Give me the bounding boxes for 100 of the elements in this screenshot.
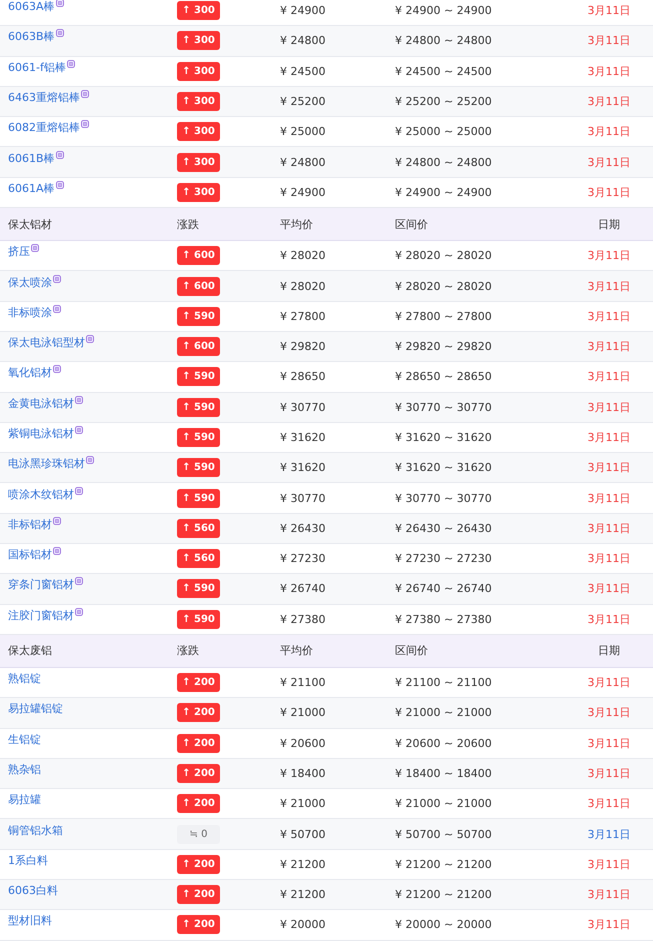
- product-link[interactable]: 6063B棒: [8, 29, 55, 44]
- change-badge: ↑ 590: [177, 428, 220, 447]
- product-link[interactable]: 紫铜电泳铝材: [8, 426, 74, 441]
- product-link[interactable]: 6063白料: [8, 883, 58, 898]
- product-link[interactable]: 熟铝锭: [8, 671, 41, 686]
- product-link[interactable]: 易拉罐铝锭: [8, 701, 63, 716]
- average-price: ¥ 31620: [280, 461, 326, 474]
- product-link[interactable]: 1系白料: [8, 852, 48, 868]
- change-badge: ↑ 200: [177, 854, 220, 874]
- product-link[interactable]: 易拉罐: [8, 792, 41, 808]
- change-badge: ↑ 300: [177, 182, 220, 202]
- average-price: ¥ 20600: [280, 736, 326, 750]
- date-text: 3月11日: [588, 94, 630, 110]
- product-link[interactable]: 6082重熔铝棒: [8, 120, 80, 136]
- product-link[interactable]: 熟杂铝: [8, 762, 41, 777]
- product-link[interactable]: 非标铝材: [8, 516, 52, 532]
- product-link[interactable]: 6463重熔铝棒: [8, 90, 80, 106]
- column-header: 保太废铝: [7, 643, 53, 658]
- price-range: ¥ 25200 ~ 25200: [395, 95, 493, 108]
- product-link[interactable]: 金黄电泳铝材: [8, 396, 74, 411]
- date-text: 3月11日: [588, 3, 630, 18]
- product-link[interactable]: 6061-f铝棒: [8, 60, 66, 75]
- change-badge: ↑ 560: [177, 549, 220, 568]
- average-price: ¥ 24900: [280, 4, 326, 18]
- date-text: 3月11日: [588, 308, 630, 324]
- product-link[interactable]: 挤压: [8, 244, 30, 260]
- column-header: 平均价: [280, 216, 314, 232]
- date-text: 3月11日: [588, 33, 630, 48]
- average-price: ¥ 28650: [280, 370, 326, 384]
- price-range: ¥ 50700 ~ 50700: [395, 828, 493, 841]
- column-header: 日期: [598, 216, 620, 232]
- date-text: 3月11日: [588, 154, 630, 170]
- price-range: ¥ 29820 ~ 29820: [395, 340, 493, 354]
- price-range: ¥ 31620 ~ 31620: [395, 461, 493, 474]
- change-badge: ↑ 300: [177, 1, 220, 20]
- date-text: 3月11日: [588, 766, 630, 781]
- change-badge: ↑ 200: [177, 734, 220, 753]
- column-header: 区间价: [395, 643, 429, 658]
- average-price: ¥ 29820: [280, 340, 326, 354]
- price-range: ¥ 28020 ~ 28020: [395, 280, 493, 293]
- change-badge: ↑ 590: [177, 458, 220, 478]
- product-link[interactable]: 6061B棒: [8, 150, 55, 166]
- date-text: 3月11日: [588, 278, 630, 294]
- price-range: ¥ 20000 ~ 20000: [395, 918, 493, 932]
- date-text: 3月11日: [588, 520, 630, 536]
- average-price: ¥ 31620: [280, 431, 326, 444]
- change-badge: ↑ 600: [177, 337, 220, 356]
- average-price: ¥ 50700: [280, 828, 326, 841]
- product-link[interactable]: 型材旧料: [8, 913, 52, 928]
- date-text: 3月11日: [588, 124, 630, 140]
- average-price: ¥ 26740: [280, 582, 326, 596]
- average-price: ¥ 24800: [280, 156, 326, 169]
- average-price: ¥ 24500: [280, 64, 326, 78]
- product-link[interactable]: 穿条门窗铝材: [8, 577, 74, 592]
- product-link[interactable]: 国标铝材: [8, 547, 52, 562]
- date-text: 3月11日: [588, 796, 630, 812]
- average-price: ¥ 27380: [280, 612, 326, 626]
- product-link[interactable]: 非标喷涂: [8, 304, 52, 320]
- change-badge: ↑ 200: [177, 885, 220, 904]
- price-range: ¥ 28650 ~ 28650: [395, 370, 493, 384]
- price-range: ¥ 28020 ~ 28020: [395, 249, 493, 262]
- product-link[interactable]: 6061A棒: [8, 180, 55, 196]
- date-text: 3月11日: [588, 736, 630, 751]
- change-badge: ↑ 200: [177, 915, 220, 934]
- product-link[interactable]: 生铝锭: [8, 732, 41, 747]
- price-range: ¥ 21200 ~ 21200: [395, 858, 493, 871]
- change-badge: ↑ 300: [177, 152, 220, 172]
- price-range: ¥ 25000 ~ 25000: [395, 125, 493, 138]
- product-link[interactable]: 喷涂木纹铝材: [8, 486, 74, 502]
- date-text: 3月11日: [588, 887, 630, 902]
- change-badge: ↑ 200: [177, 703, 220, 722]
- price-range: ¥ 24500 ~ 24500: [395, 64, 493, 78]
- average-price: ¥ 26430: [280, 522, 326, 535]
- price-range: ¥ 30770 ~ 30770: [395, 492, 493, 505]
- price-range: ¥ 27800 ~ 27800: [395, 310, 493, 323]
- price-range: ¥ 27380 ~ 27380: [395, 612, 493, 626]
- price-range: ¥ 30770 ~ 30770: [395, 400, 493, 414]
- price-range: ¥ 24900 ~ 24900: [395, 186, 493, 199]
- average-price: ¥ 21000: [280, 797, 326, 810]
- date-text: 3月11日: [588, 184, 630, 200]
- product-link[interactable]: 注胶门窗铝材: [8, 608, 74, 623]
- change-badge: ≒ 0: [177, 824, 220, 844]
- average-price: ¥ 30770: [280, 400, 326, 414]
- average-price: ¥ 20000: [280, 918, 326, 932]
- date-text: 3月11日: [588, 612, 630, 627]
- price-range: ¥ 21000 ~ 21000: [395, 797, 493, 810]
- product-link[interactable]: 保太电泳铝型材: [8, 335, 85, 350]
- average-price: ¥ 30770: [280, 492, 326, 505]
- price-range: ¥ 20600 ~ 20600: [395, 736, 493, 750]
- product-link[interactable]: 电泳黑珍珠铝材: [8, 456, 85, 472]
- product-link[interactable]: 氧化铝材: [8, 365, 52, 380]
- product-link[interactable]: 6063A棒: [8, 0, 55, 14]
- change-badge: ↑ 590: [177, 610, 220, 629]
- date-text: 3月11日: [588, 400, 630, 415]
- change-badge: ↑ 300: [177, 62, 220, 81]
- product-link[interactable]: 保太喷涂: [8, 274, 52, 290]
- column-header: 保太铝材: [7, 216, 53, 232]
- change-badge: ↑ 300: [177, 122, 220, 142]
- product-link[interactable]: 铜管铝水箱: [8, 822, 63, 838]
- average-price: ¥ 21000: [280, 706, 326, 720]
